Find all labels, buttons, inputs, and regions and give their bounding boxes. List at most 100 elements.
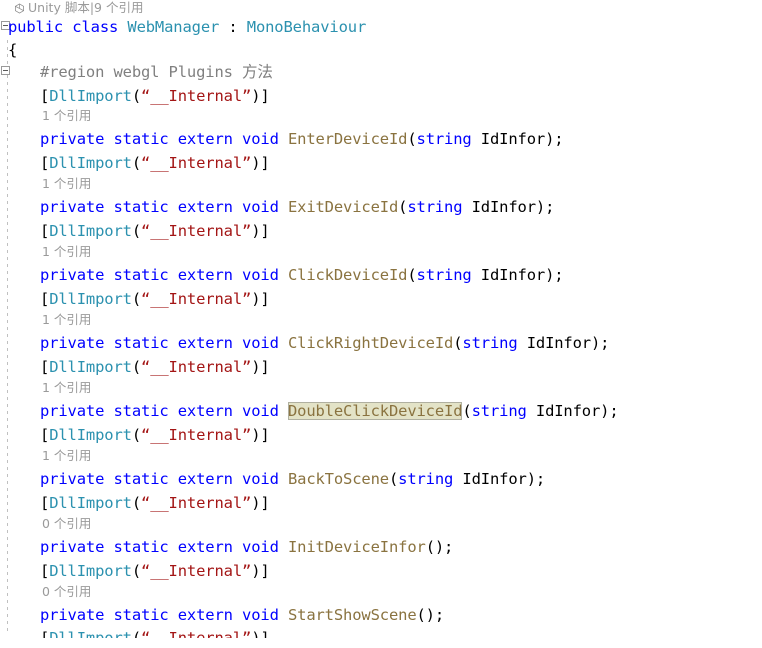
punctuation-token: ( <box>388 470 399 488</box>
code-line[interactable]: #region webgl Plugins 方法 <box>40 62 273 82</box>
punctuation-token <box>462 198 471 216</box>
code-line[interactable]: [DllImport(“__Internal”)] <box>40 628 270 638</box>
collapse-toggle-icon[interactable] <box>1 66 10 75</box>
punctuation-token <box>233 402 242 420</box>
code-line[interactable]: private static extern void StartShowScen… <box>40 605 444 625</box>
type-token: DllImport <box>49 222 132 240</box>
codelens-label: 1 个引用 <box>42 176 92 191</box>
method-name-token: BackToScene <box>287 470 389 488</box>
keyword-token: private <box>40 402 105 420</box>
punctuation-token: ); <box>526 470 546 488</box>
keyword-token: void <box>242 334 279 352</box>
code-line[interactable]: [DllImport(“__Internal”)] <box>40 357 270 377</box>
punctuation-token <box>63 18 72 36</box>
keyword-token: extern <box>177 130 233 148</box>
keyword-token: string <box>416 266 472 284</box>
codelens-reference-count[interactable]: 1 个引用 <box>42 448 91 464</box>
codelens-reference-count[interactable]: 0 个引用 <box>42 584 91 600</box>
identifier-token: IdInfor <box>526 334 591 352</box>
code-editor-surface[interactable]: Unity 脚本|9 个引用 public class WebManager : … <box>0 0 762 638</box>
code-line[interactable]: [DllImport(“__Internal”)] <box>40 86 270 106</box>
type-token: DllImport <box>49 290 132 308</box>
punctuation-token <box>233 130 242 148</box>
punctuation-token: ); <box>600 402 619 420</box>
punctuation-token <box>169 402 178 420</box>
punctuation-token <box>518 334 527 352</box>
identifier-token: IdInfor <box>462 470 527 488</box>
punctuation-token: )] <box>251 358 270 376</box>
punctuation-token <box>279 402 288 420</box>
punctuation-token <box>279 198 288 216</box>
code-line[interactable]: private static extern void ClickRightDev… <box>40 333 610 353</box>
codelens-reference-count[interactable]: 1 个引用 <box>42 244 91 260</box>
keyword-token: static <box>113 402 169 420</box>
method-name-token: ExitDeviceId <box>287 198 399 216</box>
codelens-reference-count[interactable]: 1 个引用 <box>42 380 91 396</box>
string-token: “__Internal” <box>141 358 252 376</box>
identifier-token: IdInfor <box>480 266 546 284</box>
code-line[interactable]: private static extern void EnterDeviceId… <box>40 129 564 149</box>
punctuation-token: [ <box>40 222 50 240</box>
codelens-reference-count[interactable]: 1 个引用 <box>42 176 91 192</box>
codelens-label: 1 个引用 <box>42 312 92 327</box>
code-line[interactable]: [DllImport(“__Internal”)] <box>40 561 270 581</box>
string-token: “__Internal” <box>141 87 252 105</box>
string-token: “__Internal” <box>141 222 252 240</box>
punctuation-token: )] <box>251 87 270 105</box>
punctuation-token: (); <box>416 606 445 624</box>
keyword-token: string <box>462 334 518 352</box>
string-token: “__Internal” <box>141 290 252 308</box>
punctuation-token <box>169 538 178 556</box>
codelens-label: 1 个引用 <box>42 380 92 395</box>
collapse-gutter[interactable] <box>0 0 16 632</box>
keyword-token: private <box>40 538 105 556</box>
codelens-reference-count[interactable]: 1 个引用 <box>42 312 91 328</box>
keyword-token: static <box>113 198 169 216</box>
punctuation-token <box>233 334 242 352</box>
codelens-reference-count[interactable]: 1 个引用 <box>42 108 91 124</box>
punctuation-token: { <box>8 41 18 59</box>
punctuation-token: ( <box>407 130 417 148</box>
punctuation-token: )] <box>251 426 270 444</box>
indent-guide-line <box>7 40 8 632</box>
punctuation-token: )] <box>251 494 270 512</box>
code-line[interactable]: [DllImport(“__Internal”)] <box>40 289 270 309</box>
codelens-reference-count[interactable]: 0 个引用 <box>42 516 91 532</box>
punctuation-token <box>118 18 127 36</box>
keyword-token: void <box>242 538 279 556</box>
code-line[interactable]: [DllImport(“__Internal”)] <box>40 493 270 513</box>
method-name-token: ClickRightDeviceId <box>287 334 454 352</box>
code-line[interactable]: private static extern void InitDeviceInf… <box>40 537 453 557</box>
punctuation-token: ( <box>131 222 142 240</box>
punctuation-token: [ <box>40 358 50 376</box>
punctuation-token <box>169 606 178 624</box>
punctuation-token <box>527 402 536 420</box>
code-line[interactable]: { <box>8 40 17 60</box>
code-line[interactable]: private static extern void ExitDeviceId(… <box>40 197 554 217</box>
code-line[interactable]: private static extern void ClickDeviceId… <box>40 265 564 285</box>
punctuation-token: ( <box>462 402 472 420</box>
code-line[interactable]: [DllImport(“__Internal”)] <box>40 221 270 241</box>
keyword-token: extern <box>177 606 233 624</box>
keyword-token: private <box>40 198 105 216</box>
code-line[interactable]: public class WebManager : MonoBehaviour <box>8 17 366 37</box>
code-line[interactable]: private static extern void BackToScene(s… <box>40 469 545 489</box>
codelens-label: 1 个引用 <box>42 448 92 463</box>
keyword-token: extern <box>177 198 233 216</box>
codelens-label: Unity 脚本|9 个引用 <box>28 0 144 15</box>
punctuation-token <box>233 266 242 284</box>
code-line[interactable]: private static extern void DoubleClickDe… <box>40 401 619 421</box>
code-line[interactable]: [DllImport(“__Internal”)] <box>40 153 270 173</box>
punctuation-token <box>233 606 242 624</box>
keyword-token: void <box>242 266 279 284</box>
punctuation-token <box>233 198 242 216</box>
type-token: DllImport <box>49 426 132 444</box>
type-token: DllImport <box>49 87 132 105</box>
punctuation-token <box>169 334 178 352</box>
highlighted-identifier: DoubleClickDeviceId <box>287 402 463 420</box>
codelens-unity-header[interactable]: Unity 脚本|9 个引用 <box>14 0 143 16</box>
code-line[interactable]: [DllImport(“__Internal”)] <box>40 425 270 445</box>
keyword-token: private <box>40 606 105 624</box>
type-token: DllImport <box>49 358 132 376</box>
punctuation-token: : <box>219 18 247 36</box>
